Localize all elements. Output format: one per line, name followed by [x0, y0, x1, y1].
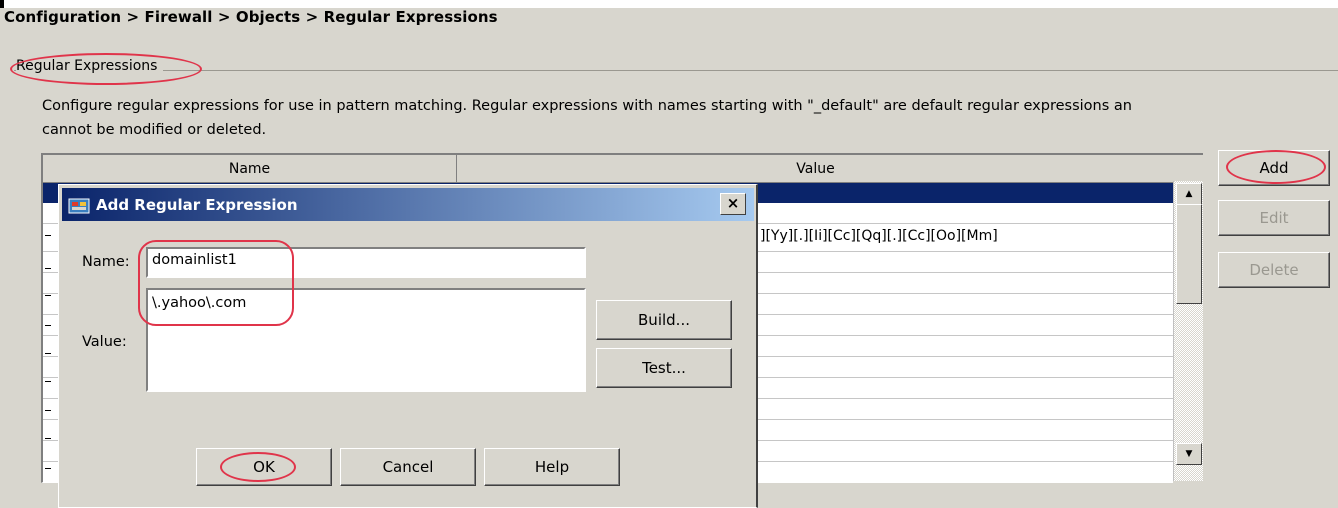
highlight-ring-ok — [220, 452, 296, 482]
scroll-up-button[interactable]: ▲ — [1176, 183, 1202, 205]
row-marker — [45, 410, 51, 411]
cancel-button[interactable]: Cancel — [340, 448, 476, 486]
group-description: Configure regular expressions for use in… — [42, 94, 1338, 142]
highlight-ring-group — [10, 53, 202, 85]
table-cell-value: ][Yy][.][Ii][Cc][Qq][.][Cc][Oo][Mm] — [760, 228, 998, 244]
name-label: Name: — [82, 254, 130, 270]
group-divider — [14, 70, 1338, 71]
description-line-2: cannot be modified or deleted. — [42, 122, 267, 138]
table-header: Name Value — [43, 155, 1173, 183]
edit-button[interactable]: Edit — [1218, 200, 1330, 236]
app-icon — [68, 198, 90, 214]
scroll-down-icon: ▼ — [1185, 449, 1193, 459]
row-marker — [45, 268, 51, 269]
column-header-value[interactable]: Value — [457, 155, 1173, 183]
value-label: Value: — [82, 334, 127, 350]
highlight-ring-add — [1226, 150, 1326, 184]
build-button[interactable]: Build... — [596, 300, 732, 340]
row-marker — [45, 235, 51, 236]
delete-button[interactable]: Delete — [1218, 252, 1330, 288]
close-icon: × — [726, 194, 740, 212]
help-button[interactable]: Help — [484, 448, 620, 486]
highlight-ring-fields — [138, 240, 294, 326]
dialog-close-button[interactable]: × — [720, 193, 746, 215]
scroll-down-button[interactable]: ▼ — [1176, 443, 1202, 465]
row-marker — [45, 325, 51, 326]
scroll-up-icon: ▲ — [1185, 189, 1193, 199]
dialog-title: Add Regular Expression — [96, 196, 298, 214]
scroll-thumb[interactable] — [1176, 204, 1202, 304]
row-marker — [45, 468, 51, 469]
scrollbar-header-corner — [1173, 153, 1203, 181]
column-header-name[interactable]: Name — [43, 155, 457, 183]
row-marker — [45, 438, 51, 439]
row-marker — [45, 295, 51, 296]
description-line-1: Configure regular expressions for use in… — [42, 98, 1132, 114]
test-button[interactable]: Test... — [596, 348, 732, 388]
window-top-strip — [0, 0, 1338, 8]
window-edge-mark — [0, 0, 4, 8]
row-marker — [45, 353, 51, 354]
row-marker — [45, 381, 51, 382]
breadcrumb: Configuration > Firewall > Objects > Reg… — [4, 8, 498, 26]
